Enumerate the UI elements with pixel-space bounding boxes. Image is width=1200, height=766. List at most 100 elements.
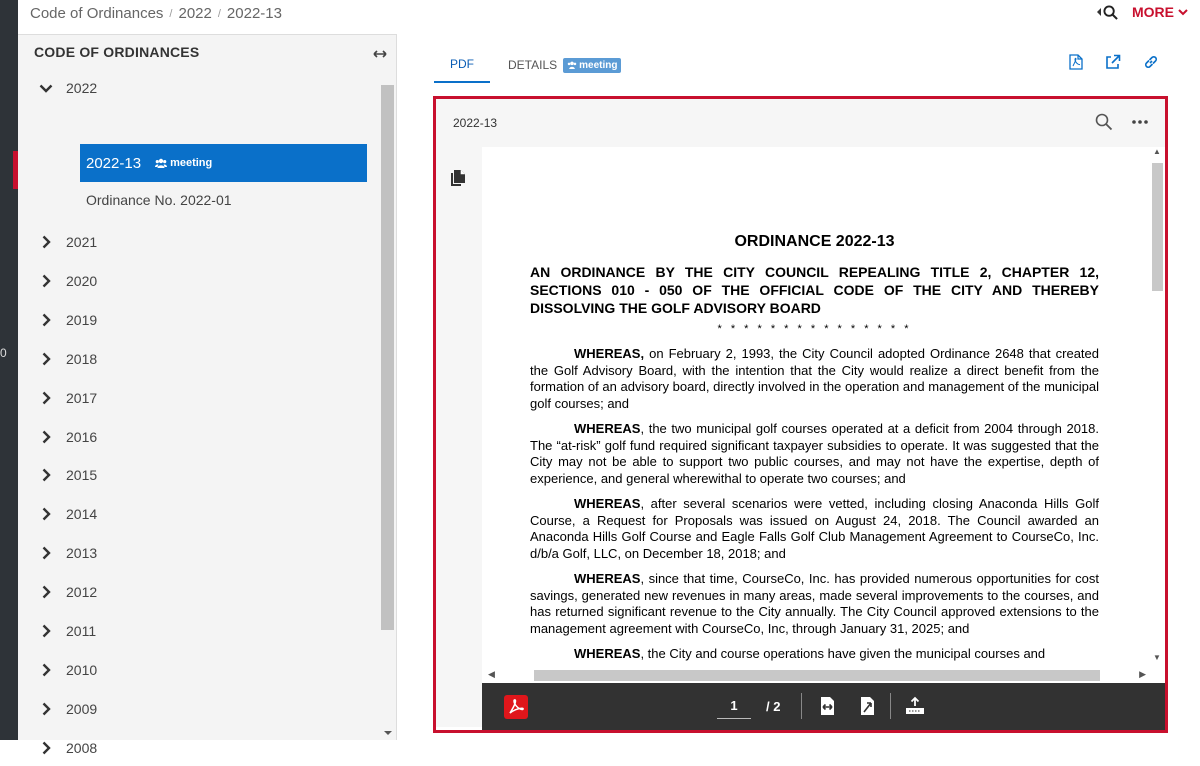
viewer-horizontal-scrollbar[interactable]: ◀ ▶ — [482, 667, 1150, 683]
tree-node-2021[interactable]: 2021 — [38, 224, 97, 260]
pdf-page-area[interactable]: ORDINANCE 2022-13 AN ORDINANCE BY THE CI… — [482, 147, 1165, 683]
scroll-left-icon[interactable]: ◀ — [488, 669, 495, 680]
rail-glyph: 0 — [0, 346, 7, 360]
viewer-file-name: 2022-13 — [453, 116, 498, 130]
meeting-badge: meeting — [563, 57, 622, 73]
document-subheading: AN ORDINANCE BY THE CITY COUNCIL REPEALI… — [530, 264, 1099, 316]
more-options-icon[interactable] — [1131, 113, 1149, 131]
chevron-down-icon — [1178, 8, 1188, 15]
chevron-right-icon — [38, 313, 54, 327]
viewer-footer-toolbar: 1 / 2 — [482, 683, 1165, 730]
chevron-right-icon — [38, 468, 54, 482]
caret-left-icon — [1097, 8, 1101, 16]
sidebar-resize-button[interactable] — [373, 45, 387, 63]
scroll-down-icon[interactable]: ▼ — [1153, 653, 1161, 662]
chevron-right-icon — [38, 624, 54, 638]
thumbnails-toggle[interactable] — [450, 169, 466, 192]
download-tray-icon[interactable] — [905, 696, 925, 716]
tree-node-2016[interactable]: 2016 — [38, 419, 97, 455]
paragraph-lead: WHEREAS — [574, 646, 641, 661]
tree-node-2015[interactable]: 2015 — [38, 457, 97, 493]
paragraph-text: , the City and course operations have gi… — [640, 646, 1046, 661]
top-actions: MORE — [1096, 4, 1188, 20]
fit-page-icon[interactable] — [858, 696, 876, 716]
tree-node-2012[interactable]: 2012 — [38, 574, 97, 610]
tree-node-label: 2014 — [66, 506, 98, 523]
tree-node-label: 2021 — [66, 234, 98, 250]
tree-node-2017[interactable]: 2017 — [38, 380, 97, 416]
document-paragraph: WHEREAS, after several scenarios were ve… — [530, 496, 1099, 562]
tree-node-2018[interactable]: 2018 — [38, 341, 97, 377]
pdf-viewer: 2022-13 ORDINANCE 2022-13 AN ORDINANCE B… — [433, 96, 1168, 733]
breadcrumb-separator: / — [169, 7, 173, 20]
chevron-right-icon — [38, 585, 54, 599]
tree-node-2008[interactable]: 2008 — [38, 730, 97, 766]
toolbar-divider — [890, 693, 891, 719]
app-left-rail: 0 — [0, 0, 18, 740]
tree-leaf-active[interactable]: 2022-13 meeting — [80, 144, 367, 182]
sidebar-title: CODE OF ORDINANCES — [34, 44, 200, 60]
more-menu-button[interactable]: MORE — [1132, 4, 1188, 20]
tree-node-label: 2020 — [66, 272, 98, 289]
page-number-input[interactable]: 1 — [717, 693, 751, 719]
external-link-icon[interactable] — [1105, 54, 1121, 70]
scroll-right-icon[interactable]: ▶ — [1139, 669, 1146, 680]
tree-node-2010[interactable]: 2010 — [38, 652, 97, 688]
viewer-vertical-scrollbar-thumb[interactable] — [1152, 163, 1163, 291]
document-heading: ORDINANCE 2022-13 — [734, 233, 895, 250]
chevron-right-icon — [38, 430, 54, 444]
scroll-down-icon[interactable] — [383, 730, 393, 736]
chevron-right-icon — [38, 235, 54, 249]
search-toggle[interactable] — [1096, 4, 1118, 20]
copy-pages-icon — [451, 170, 465, 186]
link-icon[interactable] — [1143, 54, 1159, 70]
tree-node-label: 2018 — [66, 350, 98, 367]
horizontal-arrows-icon — [373, 50, 387, 58]
tab-pdf[interactable]: PDF — [434, 48, 490, 83]
tree-leaf-ordinance[interactable]: Ordinance No. 2022-01 — [86, 192, 232, 208]
tree-node-label: 2013 — [66, 545, 98, 562]
document-paragraph: WHEREAS, since that time, CourseCo, Inc.… — [530, 571, 1099, 637]
breadcrumb-item-code[interactable]: Code of Ordinances — [30, 5, 163, 22]
tree-node-2013[interactable]: 2013 — [38, 535, 97, 571]
breadcrumb-separator: / — [217, 7, 221, 20]
viewer-vertical-scrollbar[interactable]: ▲ ▼ — [1150, 147, 1165, 667]
chevron-right-icon — [38, 391, 54, 405]
tree-node-2020[interactable]: 2020 — [38, 263, 97, 299]
viewer-horizontal-scrollbar-thumb[interactable] — [534, 670, 1100, 681]
tree-node-label: 2012 — [66, 584, 98, 601]
sidebar: CODE OF ORDINANCES 2022 2022-13 meeting … — [18, 34, 397, 756]
chevron-right-icon — [38, 352, 54, 366]
pdf-file-icon[interactable] — [1069, 54, 1083, 70]
document-paragraph: WHEREAS, the City and course operations … — [530, 646, 1099, 663]
content-tabs: PDF DETAILS meeting — [434, 48, 622, 83]
tree-node-label: 2019 — [66, 311, 98, 328]
sidebar-scrollbar-thumb[interactable] — [381, 85, 394, 630]
scroll-up-icon[interactable]: ▲ — [1153, 147, 1161, 156]
adobe-pdf-button[interactable] — [504, 695, 528, 719]
tree-node-label: 2017 — [66, 389, 98, 406]
breadcrumb-item-year[interactable]: 2022 — [178, 5, 211, 22]
tree-node-2014[interactable]: 2014 — [38, 496, 97, 532]
pdf-page: ORDINANCE 2022-13 AN ORDINANCE BY THE CI… — [530, 233, 1099, 672]
viewer-sidebar — [436, 147, 482, 727]
chevron-down-icon — [38, 84, 54, 93]
tree-node-2011[interactable]: 2011 — [38, 613, 96, 649]
fit-width-icon[interactable] — [818, 696, 836, 716]
tab-details[interactable]: DETAILS meeting — [508, 48, 622, 83]
tree-node-label: 2022 — [66, 80, 98, 96]
tree-leaf-label: 2022-13 — [86, 154, 142, 172]
users-icon — [155, 158, 168, 168]
page-total: / 2 — [766, 699, 781, 714]
sidebar-scrollbar[interactable] — [380, 79, 395, 739]
meeting-badge: meeting — [155, 157, 212, 169]
more-label: MORE — [1132, 4, 1174, 20]
search-icon[interactable] — [1095, 113, 1113, 131]
chevron-right-icon — [38, 741, 54, 755]
tree-node-2009[interactable]: 2009 — [38, 691, 97, 727]
chevron-right-icon — [38, 546, 54, 560]
tree-node-2022[interactable]: 2022 — [38, 70, 97, 106]
breadcrumb: Code of Ordinances / 2022 / 2022-13 — [30, 5, 282, 22]
document-paragraph: WHEREAS, on February 2, 1993, the City C… — [530, 346, 1099, 412]
tree-node-2019[interactable]: 2019 — [38, 302, 97, 338]
